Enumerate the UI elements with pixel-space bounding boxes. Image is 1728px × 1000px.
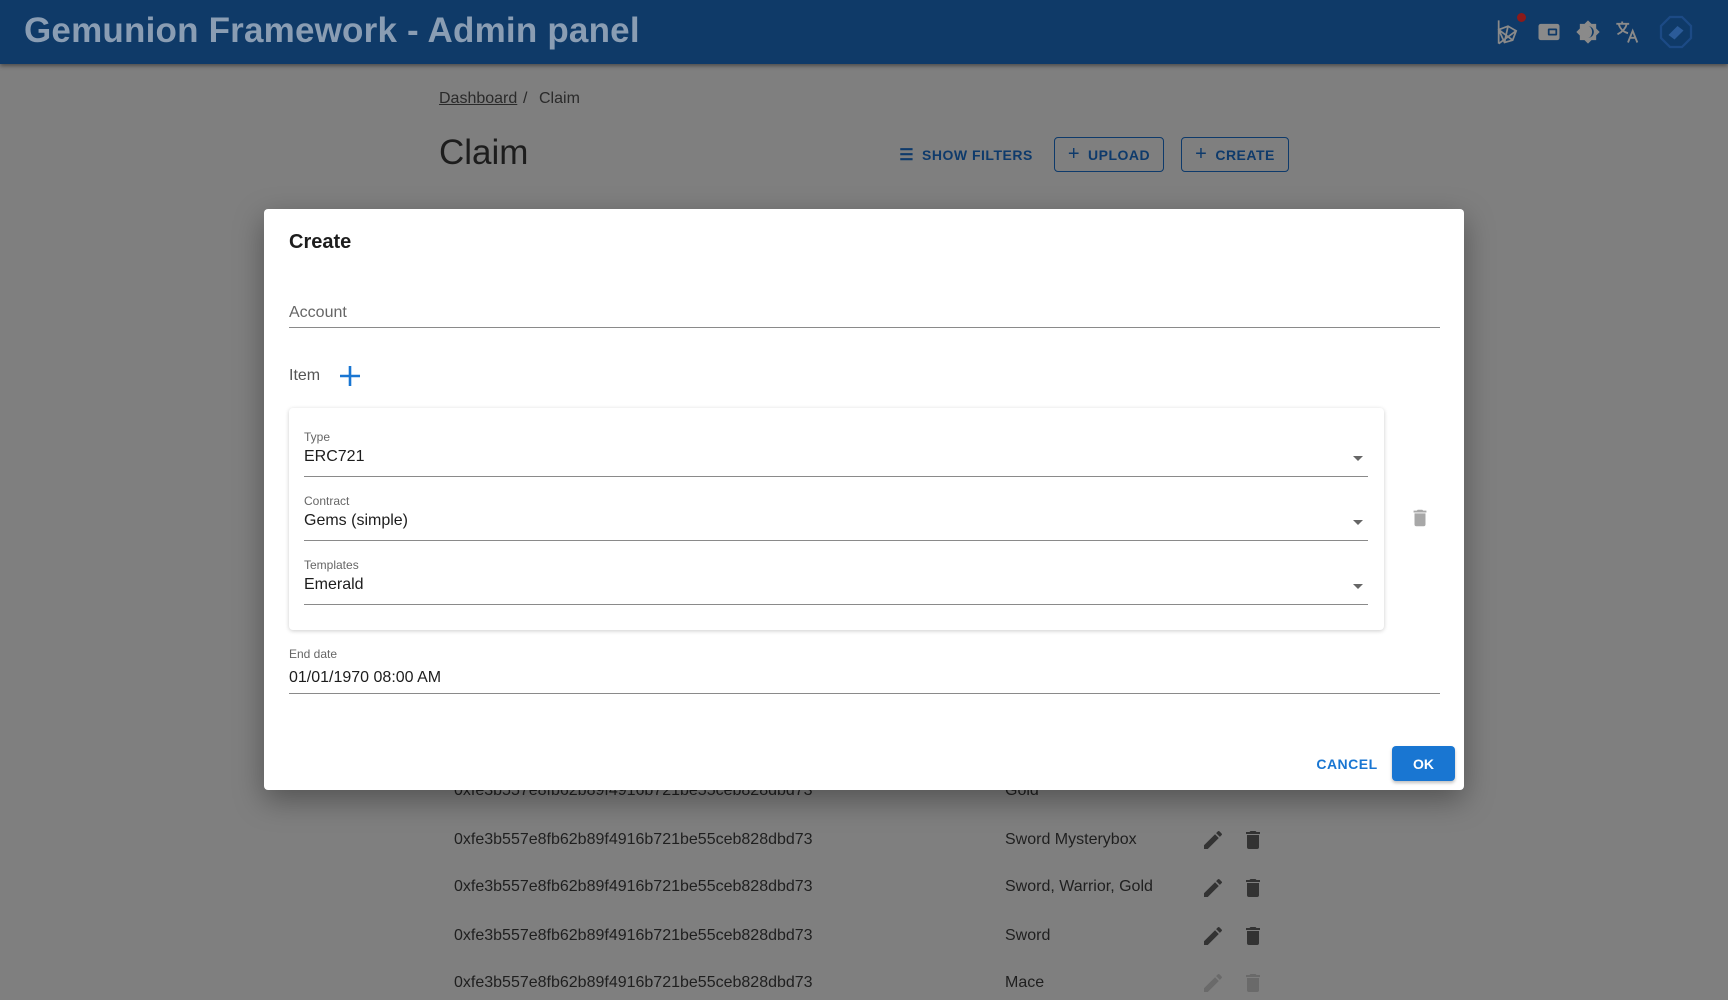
dropdown-arrow-icon (1353, 584, 1363, 589)
end-date-label: End date (289, 647, 338, 661)
contract-label: Contract (304, 494, 350, 508)
templates-label: Templates (304, 558, 359, 572)
dropdown-arrow-icon (1353, 456, 1363, 461)
account-input[interactable]: Account (289, 304, 1440, 336)
show-filters-button[interactable]: ☰ SHOW FILTERS (896, 137, 1036, 172)
upload-label: UPLOAD (1088, 146, 1151, 163)
templates-select[interactable]: Emerald (304, 576, 1368, 606)
edit-icon[interactable] (1201, 828, 1225, 852)
translate-icon[interactable] (1614, 18, 1642, 46)
table-row-account: 0xfe3b557e8fb62b89f4916b721be55ceb828dbd… (454, 974, 813, 991)
plus-icon: + (1195, 143, 1208, 165)
upload-button[interactable]: + UPLOAD (1054, 137, 1164, 172)
page-title: Claim (439, 133, 529, 172)
delete-icon[interactable] (1241, 876, 1265, 900)
item-label: Item (289, 367, 321, 384)
table-row-account: 0xfe3b557e8fb62b89f4916b721be55ceb828dbd… (454, 878, 813, 895)
type-select[interactable]: ERC721 (304, 448, 1368, 478)
app-header: Gemunion Framework - Admin panel (0, 0, 1728, 64)
table-row-items: Sword, Warrior, Gold (1005, 878, 1153, 895)
breadcrumb-current: Claim (539, 90, 580, 107)
app-title: Gemunion Framework - Admin panel (24, 11, 640, 50)
table-row-items: Sword (1005, 927, 1051, 944)
delete-icon[interactable] (1241, 828, 1265, 852)
breadcrumb-separator: / (523, 90, 528, 107)
table-row-items: Mace (1005, 974, 1045, 991)
theme-icon[interactable] (1574, 18, 1602, 46)
create-label: CREATE (1215, 146, 1275, 163)
delete-icon[interactable] (1241, 924, 1265, 948)
show-filters-label: SHOW FILTERS (922, 146, 1033, 163)
edit-icon[interactable] (1201, 924, 1225, 948)
remove-item-icon[interactable] (1409, 507, 1431, 529)
breadcrumb-dashboard-link[interactable]: Dashboard (439, 90, 517, 108)
wallet-icon[interactable] (1535, 18, 1563, 46)
account-placeholder: Account (289, 304, 347, 321)
ok-button[interactable]: OK (1392, 746, 1455, 781)
network-icon[interactable] (1494, 18, 1522, 46)
table-row-account: 0xfe3b557e8fb62b89f4916b721be55ceb828dbd… (454, 831, 813, 848)
filter-icon: ☰ (899, 146, 915, 164)
avatar-icon[interactable] (1658, 14, 1694, 50)
type-label: Type (304, 430, 331, 444)
end-date-input[interactable]: 01/01/1970 08:00 AM (289, 669, 1440, 695)
create-button[interactable]: + CREATE (1181, 137, 1289, 172)
edit-icon (1204, 973, 1222, 992)
add-item-icon[interactable] (338, 364, 362, 388)
item-card: Type ERC721 Contract Gems (simple) Templ… (289, 408, 1384, 630)
edit-icon[interactable] (1201, 876, 1225, 900)
cancel-button[interactable]: CANCEL (1314, 746, 1380, 782)
plus-icon: + (1067, 143, 1081, 165)
dialog-title: Create (289, 231, 352, 253)
table-row-account: 0xfe3b557e8fb62b89f4916b721be55ceb828dbd… (454, 927, 813, 944)
contract-select[interactable]: Gems (simple) (304, 512, 1368, 542)
end-date-value: 01/01/1970 08:00 AM (289, 669, 442, 686)
create-dialog: Create Account Item Type ERC721 Contract… (264, 209, 1464, 790)
table-row-items: Sword Mysterybox (1005, 831, 1137, 848)
contract-value: Gems (simple) (304, 512, 409, 529)
dropdown-arrow-icon (1353, 520, 1363, 525)
type-value: ERC721 (304, 448, 365, 465)
notification-dot (1517, 13, 1526, 22)
templates-value: Emerald (304, 576, 364, 593)
delete-icon (1246, 974, 1260, 992)
